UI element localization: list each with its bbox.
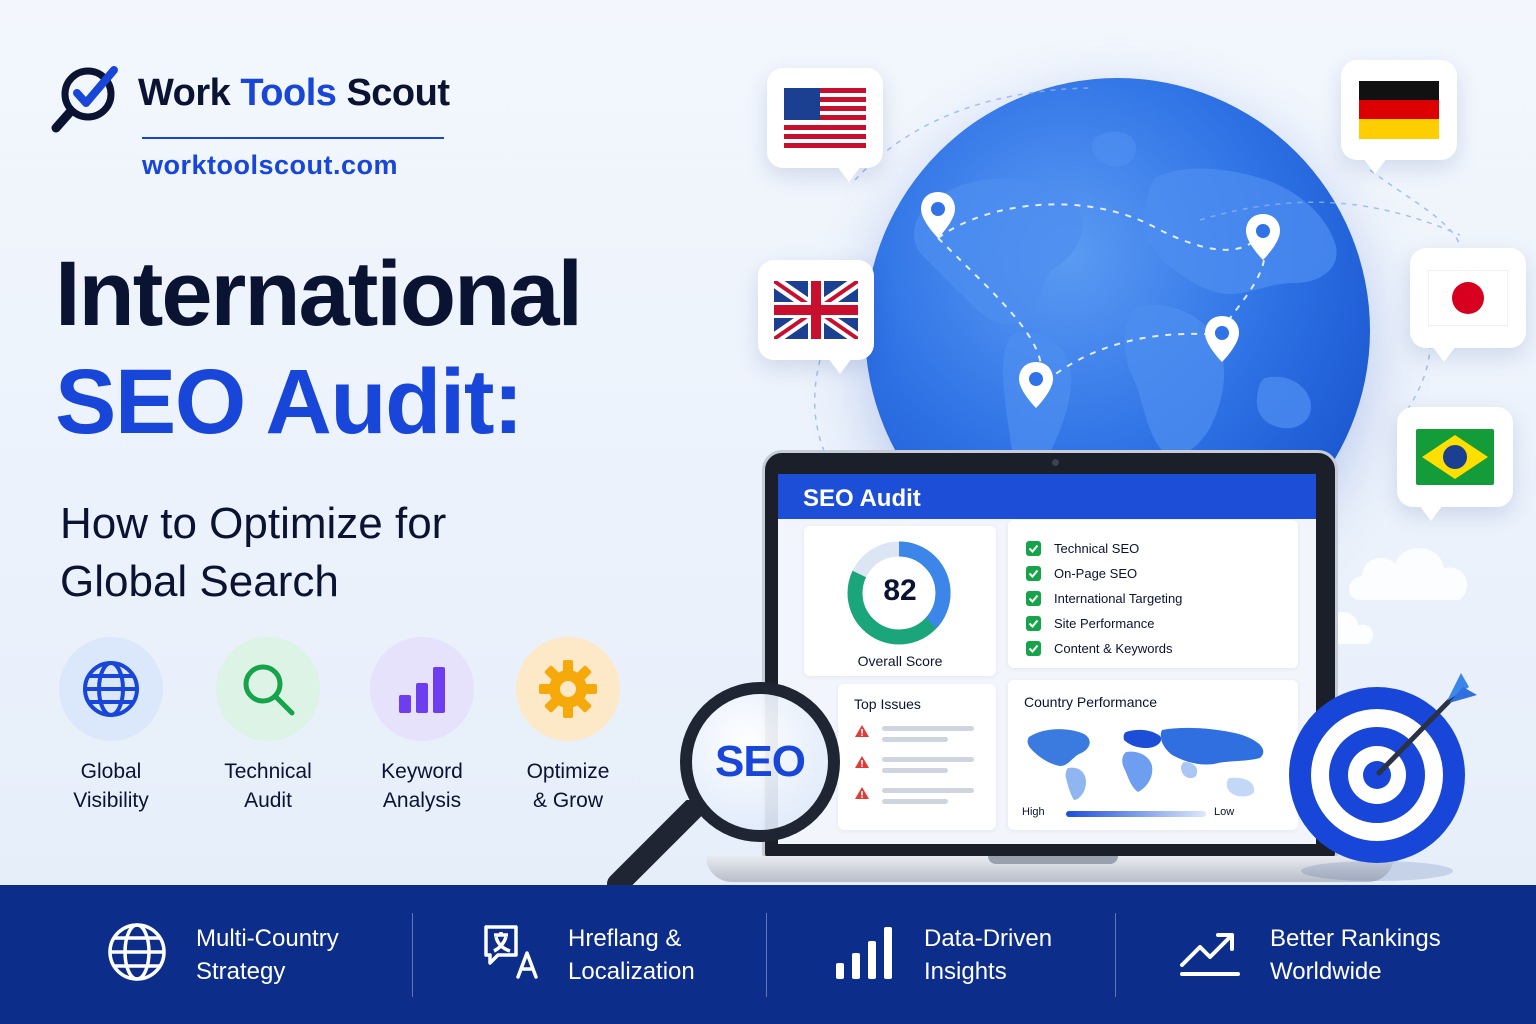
headline-line-1: International [55, 243, 583, 345]
bar-chart-icon [370, 637, 474, 741]
headline-line-2: SEO Audit: [55, 351, 524, 453]
brand-logo-icon [50, 60, 128, 138]
bottom-item-hreflang: Hreflang & Localization [482, 885, 695, 1024]
checkbox-checked-icon [1026, 566, 1041, 581]
heatmap-legend-gradient [1066, 811, 1206, 817]
warning-icon [854, 786, 870, 805]
checkbox-checked-icon [1026, 641, 1041, 656]
overall-score-card: 82 Overall Score [804, 526, 996, 676]
uk-flag-icon [758, 260, 874, 374]
translate-icon [482, 923, 540, 986]
warning-icon [854, 755, 870, 774]
legend-low-label: Low [1214, 806, 1235, 818]
checklist-item: Technical SEO [1026, 536, 1298, 561]
bottom-divider [412, 913, 413, 997]
issue-placeholder-line [882, 787, 974, 793]
trend-up-icon [1180, 927, 1242, 982]
issue-placeholder-line [882, 798, 948, 804]
map-pin-icon [1244, 212, 1282, 267]
checklist-item: International Targeting [1026, 586, 1298, 611]
checkbox-checked-icon [1026, 591, 1041, 606]
feature-keyword-analysis: Keyword Analysis [357, 637, 487, 815]
laptop-hinge [988, 856, 1118, 864]
globe-icon [59, 637, 163, 741]
subheadline: How to Optimize for Global Search [60, 499, 447, 606]
map-pin-icon [1203, 314, 1241, 369]
brand-name: Work Tools Scout [138, 72, 450, 114]
magnifier-seo-text: SEO [715, 737, 806, 786]
bottom-item-multi-country: Multi-Country Strategy [106, 885, 339, 1024]
map-pin-icon [919, 190, 957, 245]
world-heatmap [1027, 727, 1264, 800]
feature-global-visibility: Global Visibility [46, 637, 176, 815]
dashboard-title: SEO Audit [778, 474, 1316, 519]
issue-placeholder-line [882, 767, 948, 773]
bar-chart-icon [834, 923, 896, 986]
issue-row [854, 780, 996, 811]
gear-icon [516, 637, 620, 741]
checkbox-checked-icon [1026, 616, 1041, 631]
issue-row [854, 718, 996, 749]
bottom-item-better-rankings: Better Rankings Worldwide [1180, 885, 1441, 1024]
bottom-bar: Multi-Country Strategy Hreflang & Localiza… [0, 885, 1536, 1024]
laptop-camera [1052, 459, 1059, 466]
audit-checklist: Technical SEO On-Page SEO International … [1008, 520, 1298, 668]
top-issues-title: Top Issues [854, 696, 921, 712]
target-icon [1285, 665, 1490, 890]
checklist-item: On-Page SEO [1026, 561, 1298, 586]
brazil-flag-icon [1397, 407, 1513, 521]
japan-flag-icon [1410, 248, 1526, 362]
magnifier-icon [216, 637, 320, 741]
checklist-item: Site Performance [1026, 611, 1298, 636]
germany-flag-icon [1341, 60, 1457, 174]
globe-icon [106, 921, 168, 988]
bottom-divider [766, 913, 767, 997]
us-flag-icon [767, 68, 883, 182]
brand-divider [142, 137, 444, 139]
checkbox-checked-icon [1026, 541, 1041, 556]
legend-high-label: High [1022, 806, 1045, 818]
issue-row [854, 749, 996, 780]
bottom-divider [1115, 913, 1116, 997]
issue-placeholder-line [882, 756, 974, 762]
map-pin-icon [1017, 360, 1055, 415]
country-performance-card: Country Performance High Low [1008, 680, 1298, 830]
overall-score-value: 82 [883, 574, 917, 607]
feature-technical-audit: Technical Audit [203, 637, 333, 815]
feature-optimize-grow: Optimize & Grow [503, 637, 633, 815]
issue-placeholder-line [882, 725, 974, 731]
issue-placeholder-line [882, 736, 948, 742]
top-issues-card: Top Issues [838, 684, 996, 830]
overall-score-label: Overall Score [857, 653, 943, 669]
laptop-screen: SEO Audit 82 Overall Score Technical SEO… [778, 474, 1316, 844]
magnifier-icon: SEO [680, 682, 840, 842]
brand-url[interactable]: worktoolscout.com [142, 150, 398, 181]
warning-icon [854, 724, 870, 743]
bottom-item-data-driven: Data-Driven Insights [834, 885, 1052, 1024]
checklist-item: Content & Keywords [1026, 636, 1298, 661]
country-performance-title: Country Performance [1024, 694, 1158, 710]
